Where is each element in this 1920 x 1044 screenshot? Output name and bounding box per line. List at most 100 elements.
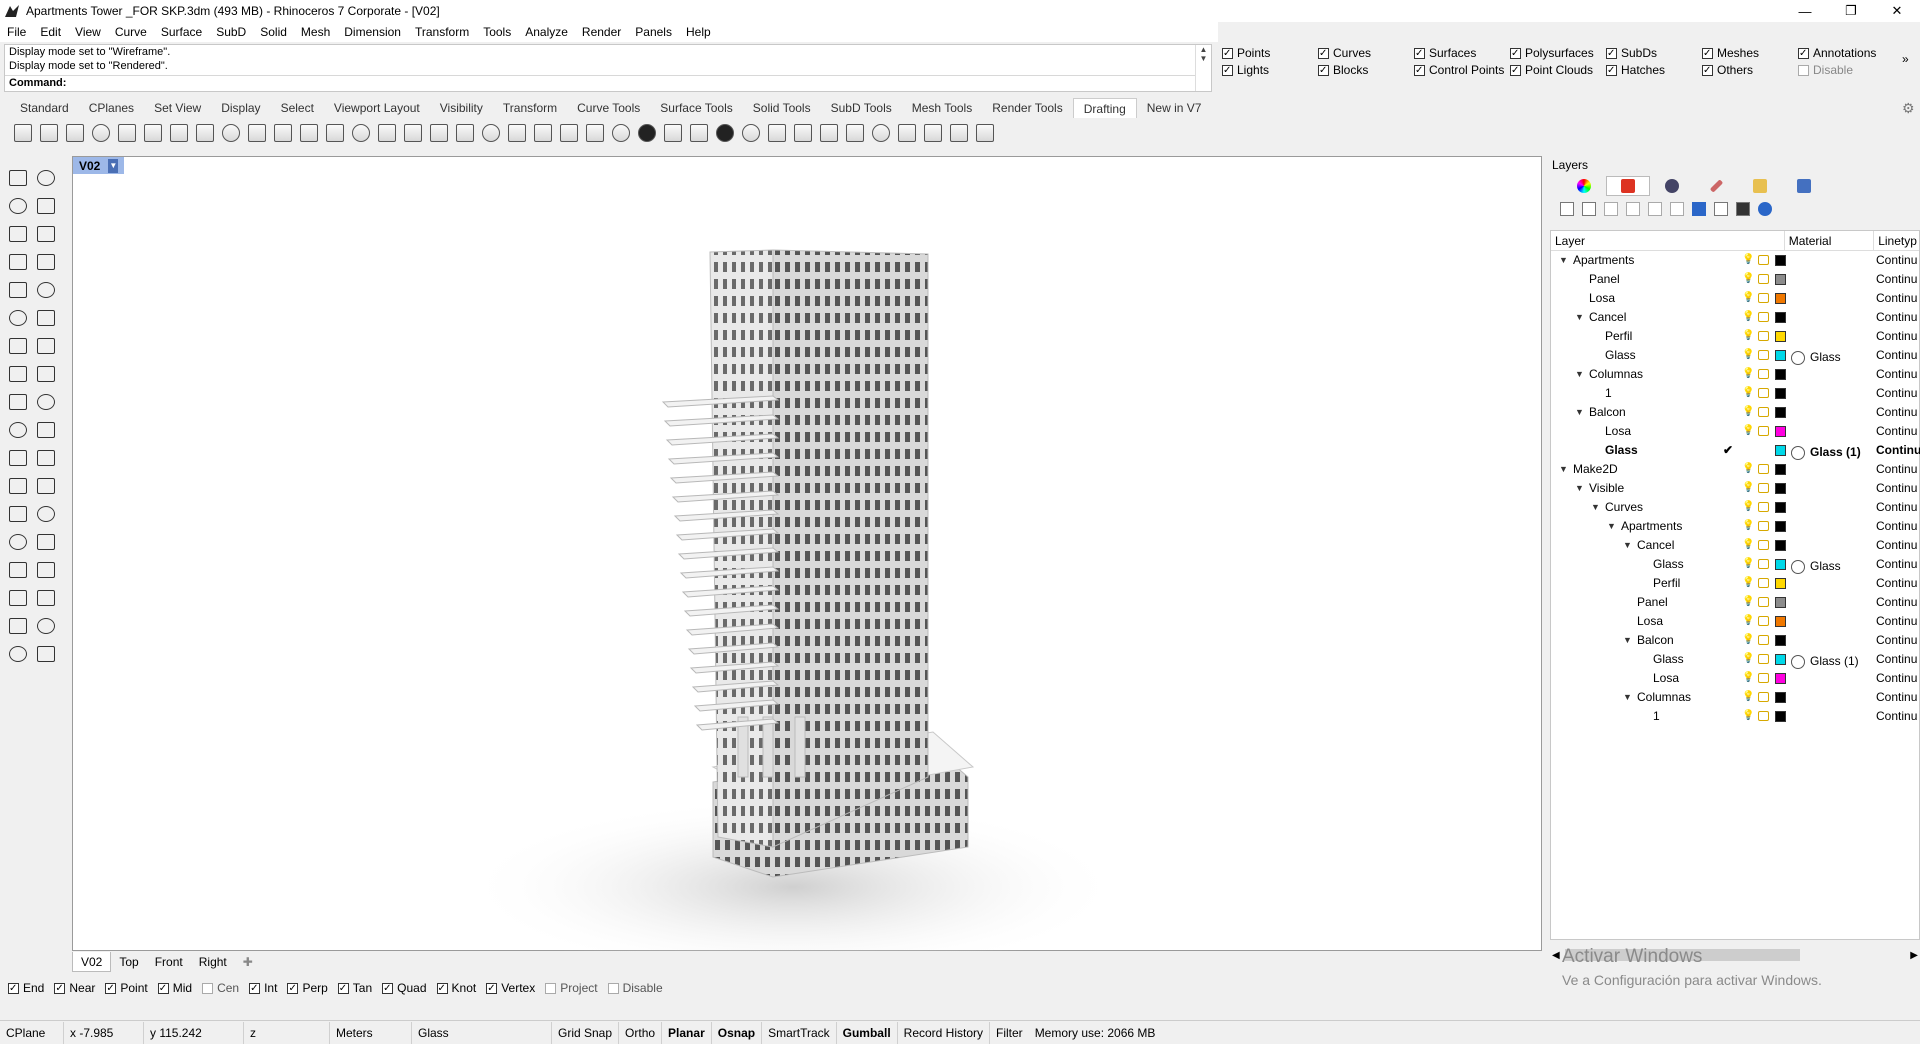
checkbox[interactable] <box>1414 47 1425 59</box>
filter-blocks[interactable]: Blocks <box>1318 63 1368 77</box>
viewport-v02[interactable]: V02 ▼ <box>72 156 1542 952</box>
checkbox[interactable] <box>1318 64 1329 76</box>
tab-transform[interactable]: Transform <box>493 98 567 118</box>
text-field-icon[interactable] <box>400 121 426 145</box>
explode-icon[interactable] <box>4 221 32 247</box>
command-scrollbar[interactable]: ▲ ▼ <box>1195 45 1211 91</box>
layer-linetype[interactable]: Continu <box>1876 612 1917 631</box>
solid-icon[interactable] <box>790 121 816 145</box>
layer-row[interactable]: ▼ Apartments 💡 Continu <box>1551 251 1919 270</box>
expand-chevron-icon[interactable]: ▼ <box>1591 498 1600 517</box>
layer-color-swatch[interactable] <box>1775 388 1786 399</box>
layer-row[interactable]: Panel 💡 Continu <box>1551 270 1919 289</box>
solid-icon[interactable] <box>4 417 32 443</box>
toggle-icon[interactable] <box>4 585 32 611</box>
checkbox[interactable] <box>1606 64 1617 76</box>
lock-icon[interactable] <box>1758 502 1769 512</box>
ortho-toggle[interactable]: Ortho <box>619 1021 663 1044</box>
layer-color-swatch[interactable] <box>1775 369 1786 380</box>
layer-name[interactable]: Balcon <box>1589 403 1626 422</box>
visibility-bulb-icon[interactable]: 💡 <box>1742 710 1754 722</box>
filter-polysurfaces[interactable]: Polysurfaces <box>1510 46 1594 60</box>
layer-name[interactable]: Glass <box>1653 650 1684 669</box>
layer-name[interactable]: Curves <box>1605 498 1643 517</box>
filter-point-clouds[interactable]: Point Clouds <box>1510 63 1593 77</box>
layer-color-swatch[interactable] <box>1775 711 1786 722</box>
lock-icon[interactable] <box>1758 521 1769 531</box>
layer-name[interactable]: Glass <box>1653 555 1684 574</box>
lock-icon[interactable] <box>1758 597 1769 607</box>
text-icon[interactable] <box>4 529 32 555</box>
layer-row[interactable]: ▼ Balcon 💡 Continu <box>1551 403 1919 422</box>
layer-color-swatch[interactable] <box>1775 540 1786 551</box>
move-to-parent-icon[interactable] <box>1670 202 1684 216</box>
delete-layer-icon[interactable] <box>1604 202 1618 216</box>
layer-linetype[interactable]: Continu <box>1876 384 1917 403</box>
circle-icon[interactable] <box>4 305 32 331</box>
layer-name[interactable]: Perfil <box>1653 574 1680 593</box>
layer-row[interactable]: Perfil 💡 Continu <box>1551 327 1919 346</box>
layer-color-swatch[interactable] <box>1775 331 1786 342</box>
centermark-icon[interactable] <box>426 121 452 145</box>
gumball-toggle[interactable]: Gumball <box>837 1021 898 1044</box>
checkbox[interactable] <box>287 982 299 994</box>
boolean-icon[interactable] <box>4 445 32 471</box>
layer-name[interactable]: Losa <box>1589 289 1615 308</box>
menu-file[interactable]: File <box>0 25 33 39</box>
folder-icon[interactable] <box>894 121 920 145</box>
move-down-icon[interactable] <box>1648 202 1662 216</box>
tab-visibility[interactable]: Visibility <box>430 98 493 118</box>
checkbox[interactable] <box>607 982 619 994</box>
checkbox[interactable] <box>1798 47 1809 59</box>
arc-dim-icon[interactable] <box>244 121 270 145</box>
layer-row[interactable]: ▼ Apartments 💡 Continu <box>1551 517 1919 536</box>
rectangle-icon[interactable] <box>4 333 32 359</box>
new-icon[interactable] <box>10 121 36 145</box>
expand-chevron-icon[interactable]: ▼ <box>1607 517 1616 536</box>
osnap-vertex[interactable]: Vertex <box>486 981 535 995</box>
checkbox[interactable] <box>1702 64 1713 76</box>
viewport-tab-v02[interactable]: V02 <box>72 952 112 972</box>
filter-meshes[interactable]: Meshes <box>1702 46 1759 60</box>
layer-row[interactable]: 1 💡 Continu <box>1551 384 1919 403</box>
visibility-bulb-icon[interactable]: 💡 <box>1742 501 1754 513</box>
layer-row[interactable]: ▼ Cancel 💡 Continu <box>1551 308 1919 327</box>
record-history-toggle[interactable]: Record History <box>898 1021 991 1044</box>
offset-icon[interactable] <box>32 361 60 387</box>
layer-row[interactable]: Panel 💡 Continu <box>1551 593 1919 612</box>
layer-linetype[interactable]: Continu <box>1876 517 1917 536</box>
filter-lights[interactable]: Lights <box>1222 63 1269 77</box>
menu-subd[interactable]: SubD <box>209 25 253 39</box>
layer-row[interactable]: Losa 💡 Continu <box>1551 612 1919 631</box>
expand-chevron-icon[interactable]: ▼ <box>1575 479 1584 498</box>
clipping-plane-icon[interactable] <box>816 121 842 145</box>
lock-icon[interactable] <box>1758 274 1769 284</box>
tab-subd-tools[interactable]: SubD Tools <box>821 98 902 118</box>
osnap-end[interactable]: End <box>8 981 44 995</box>
page-icon[interactable] <box>114 121 140 145</box>
tab-drafting[interactable]: Drafting <box>1072 98 1137 118</box>
group-icon[interactable] <box>4 501 32 527</box>
visibility-bulb-icon[interactable]: 💡 <box>1742 653 1754 665</box>
layer-row[interactable]: ▼ Balcon 💡 Continu <box>1551 631 1919 650</box>
lock-icon[interactable] <box>1758 635 1769 645</box>
snapshot-icon[interactable] <box>530 121 556 145</box>
text-edit-icon[interactable] <box>972 121 998 145</box>
libraries-tab[interactable] <box>1738 176 1782 196</box>
curve-icon[interactable] <box>32 193 60 219</box>
tab-select[interactable]: Select <box>271 98 324 118</box>
polygon-icon[interactable] <box>32 333 60 359</box>
osnap-tan[interactable]: Tan <box>337 981 372 995</box>
scroll-thumb[interactable] <box>1565 949 1800 961</box>
layer-name[interactable]: Glass <box>1605 346 1636 365</box>
current-layer[interactable]: Glass <box>412 1021 552 1044</box>
filter-icon[interactable] <box>1692 202 1706 216</box>
checkbox[interactable] <box>337 982 349 994</box>
angle-dim-icon[interactable] <box>218 121 244 145</box>
menu-transform[interactable]: Transform <box>408 25 476 39</box>
visibility-bulb-icon[interactable]: 💡 <box>1742 691 1754 703</box>
layer-linetype[interactable]: Continu <box>1876 422 1917 441</box>
col-linetype[interactable]: Linetyp <box>1873 231 1919 250</box>
visibility-bulb-icon[interactable]: 💡 <box>1742 558 1754 570</box>
layer-linetype[interactable]: Continu <box>1876 593 1917 612</box>
